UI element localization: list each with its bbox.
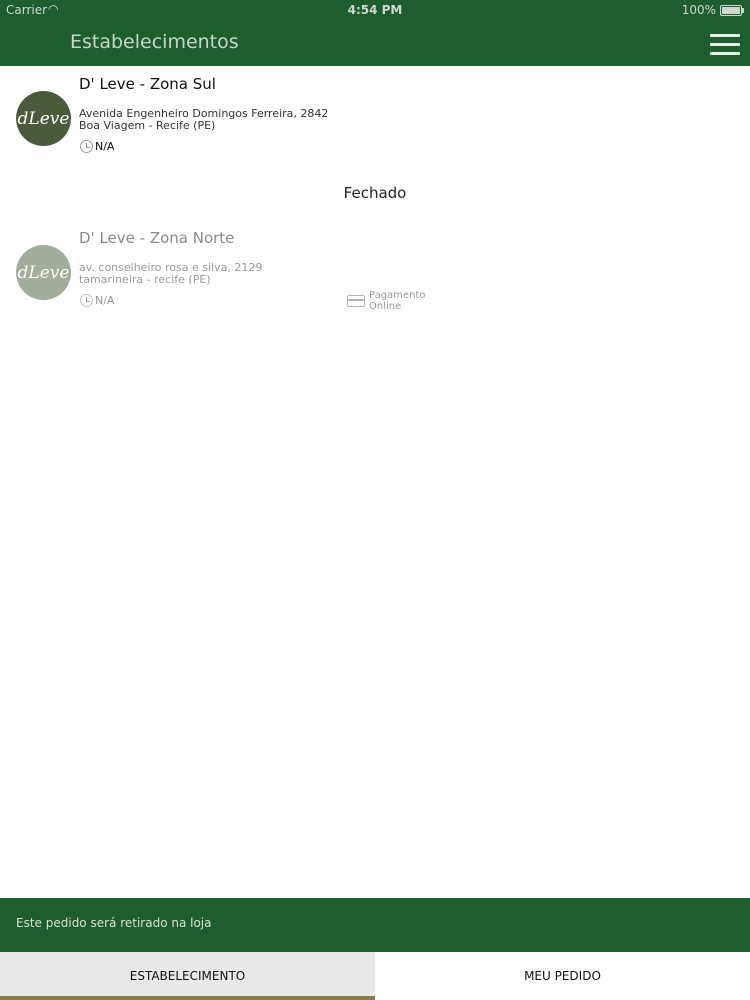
tab-meu-pedido[interactable]: MEU PEDIDO	[375, 952, 750, 1000]
payment-label: Pagamento Online	[369, 290, 426, 312]
tab-label: ESTABELECIMENTO	[129, 969, 246, 983]
battery-icon	[720, 5, 744, 16]
closed-section-label: Fechado	[343, 184, 407, 202]
store-hours-value: N/A	[95, 294, 115, 307]
status-bar: Carrier ◠ 4:54 PM 100%	[0, 0, 750, 20]
store-hours-value: N/A	[95, 140, 115, 153]
store-logo: dLeve	[16, 91, 71, 146]
pickup-message: Este pedido será retirado na loja	[16, 916, 212, 930]
clock-icon	[80, 294, 93, 307]
store-item-zona-sul[interactable]: dLeve D' Leve - Zona Sul Avenida Engenhe…	[0, 66, 750, 166]
store-address: Avenida Engenheiro Domingos Ferreira, 28…	[79, 108, 328, 132]
nav-bar: Estabelecimentos	[0, 20, 750, 66]
tab-label: MEU PEDIDO	[524, 969, 601, 983]
clock-time: 4:54 PM	[347, 3, 403, 17]
bottom-tab-bar: ESTABELECIMENTO MEU PEDIDO	[0, 952, 750, 1000]
store-address-line2: Boa Viagem - Recife (PE)	[79, 119, 216, 132]
online-payment-badge: Pagamento Online	[347, 290, 431, 312]
battery-percent: 100%	[681, 3, 716, 17]
pickup-info-bar: Este pedido será retirado na loja	[0, 898, 750, 952]
tab-estabelecimento[interactable]: ESTABELECIMENTO	[0, 952, 375, 1000]
store-name: D' Leve - Zona Sul	[79, 75, 216, 93]
store-hours: N/A	[80, 140, 114, 153]
store-address: av. conselheiro rosa e silva, 2129 tamar…	[79, 262, 262, 286]
hamburger-menu-icon[interactable]	[710, 34, 740, 56]
clock-icon	[80, 140, 93, 153]
store-logo: dLeve	[16, 245, 71, 300]
store-hours: N/A	[80, 294, 114, 307]
store-address-line2: tamarineira - recife (PE)	[79, 273, 211, 286]
store-name: D' Leve - Zona Norte	[79, 229, 235, 247]
credit-card-icon	[347, 295, 365, 307]
page-title: Estabelecimentos	[70, 31, 239, 53]
